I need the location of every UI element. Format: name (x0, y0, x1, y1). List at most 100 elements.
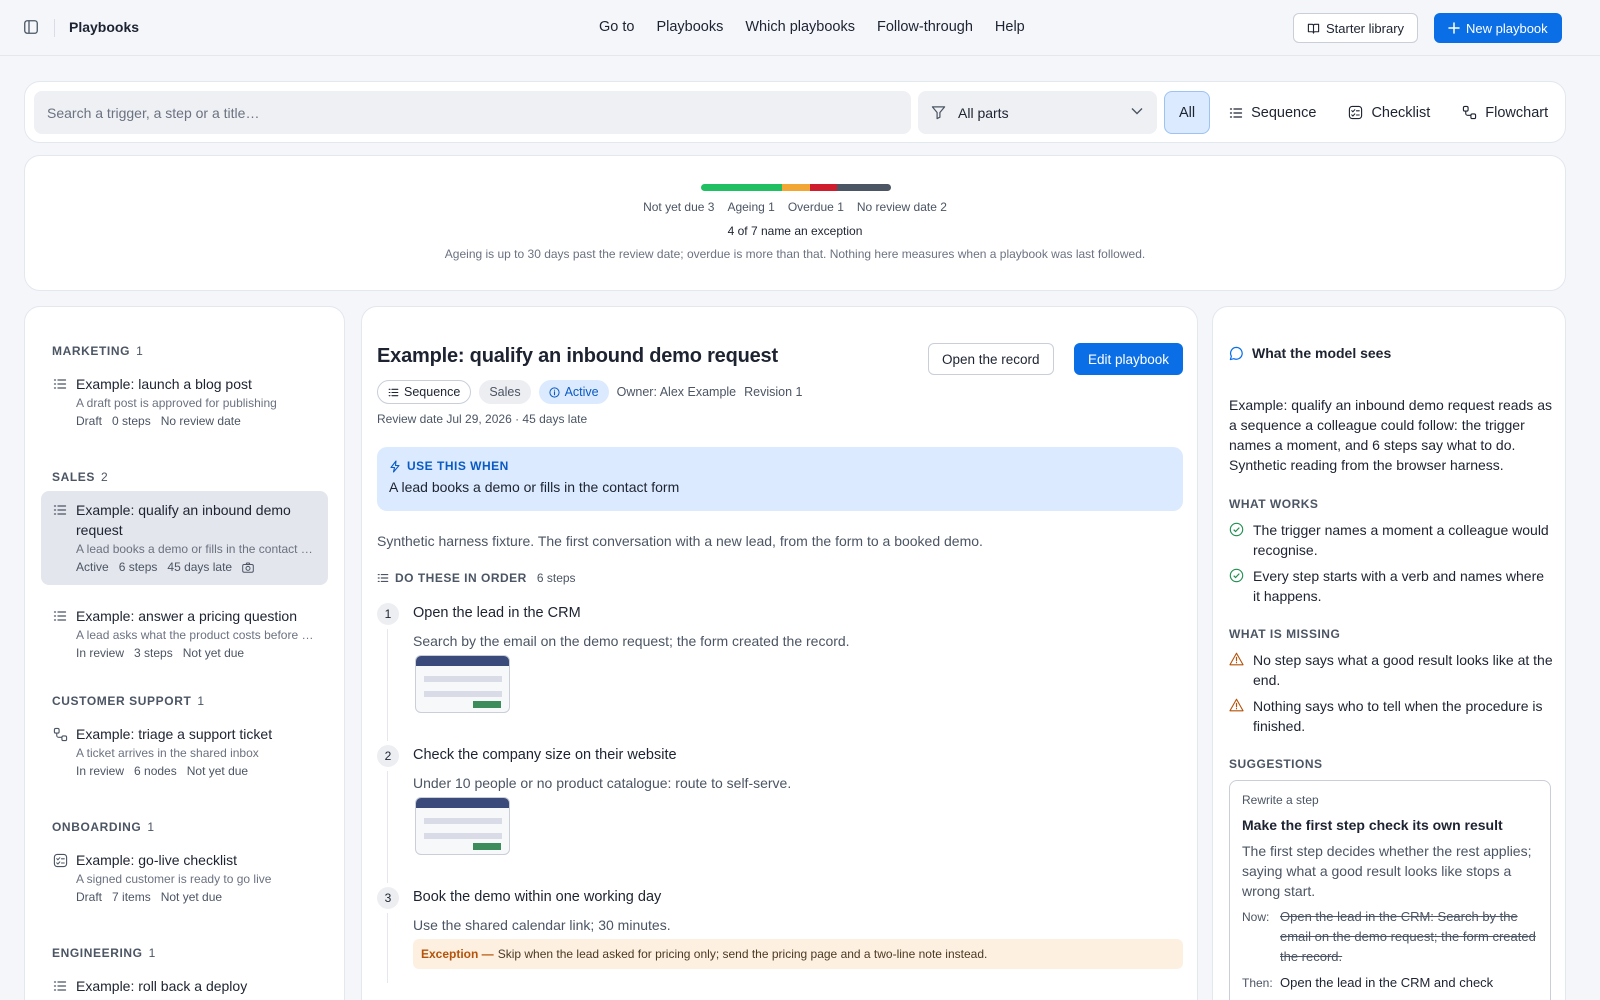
segment-all[interactable]: All (1164, 91, 1211, 134)
parts-dropdown[interactable]: All parts (918, 91, 1157, 134)
item-trigger: A lead books a demo or fills in the cont… (76, 542, 316, 556)
nav-which-playbooks[interactable]: Which playbooks (745, 19, 855, 35)
type-tag: Sequence (377, 380, 472, 404)
step-connector (387, 913, 388, 983)
item-title: Example: launch a blog post (76, 376, 252, 392)
step-title: Book the demo within one working day (413, 889, 662, 905)
new-playbook-label: New playbook (1466, 20, 1548, 36)
list-item[interactable]: Example: answer a pricing question A lea… (41, 597, 328, 671)
info-icon (549, 386, 560, 398)
open-record-button[interactable]: Open the record (928, 343, 1054, 375)
step-detail: Under 10 people or no product catalogue:… (413, 775, 792, 791)
item-status: Draft (76, 890, 103, 904)
playbook-title: Example: qualify an inbound demo request (377, 345, 778, 367)
segment-flowchart[interactable]: Flowchart (1449, 91, 1561, 134)
list-item[interactable]: Example: roll back a deploy (41, 967, 328, 1000)
filter-bar: All parts All Sequence Checklist Flowcha… (24, 81, 1566, 143)
model-panel-title: What the model sees (1252, 345, 1392, 361)
revision: Revision 1 (744, 385, 803, 399)
group-count: 1 (136, 344, 144, 358)
list-icon (377, 573, 389, 583)
main-nav: Go to Playbooks Which playbooks Follow-t… (599, 19, 1025, 35)
item-review: Not yet due (160, 890, 223, 904)
segment-checklist[interactable]: Checklist (1335, 91, 1443, 134)
type-segmented-control: All Sequence Checklist Flowchart (1164, 91, 1561, 134)
review-status-summary: Not yet due 3 Ageing 1 Overdue 1 No revi… (24, 155, 1566, 291)
group-name: ENGINEERING (52, 946, 143, 960)
works-item: The trigger names a moment a colleague w… (1229, 520, 1554, 560)
status-badge: Active (538, 380, 609, 404)
playbook-description: Synthetic harness fixture. The first con… (377, 533, 983, 549)
group-name: CUSTOMER SUPPORT (52, 694, 192, 708)
edit-playbook-button[interactable]: Edit playbook (1074, 343, 1184, 375)
starter-library-button[interactable]: Starter library (1293, 13, 1419, 43)
chat-bubble-icon (1229, 346, 1243, 360)
nav-go-to[interactable]: Go to (599, 19, 634, 35)
group-header-customer-support: CUSTOMER SUPPORT 1 (52, 694, 205, 708)
item-steps: 0 steps (112, 414, 151, 428)
steps-count: 6 steps (536, 571, 576, 585)
nav-playbooks[interactable]: Playbooks (656, 19, 723, 35)
app-title: Playbooks (69, 19, 140, 35)
model-summary: Example: qualify an inbound demo request… (1229, 397, 1552, 473)
item-review: Not yet due (186, 764, 249, 778)
camera-icon (242, 562, 254, 573)
item-trigger: A lead asks what the product costs befor… (76, 628, 316, 642)
suggestion-body: The first step decides whether the rest … (1242, 843, 1532, 899)
parts-dropdown-value: All parts (958, 104, 1009, 121)
item-review: 45 days late (167, 560, 233, 574)
status-bar-segment (782, 184, 810, 191)
item-title: Example: qualify an inbound demo request (76, 502, 291, 538)
item-status: Active (76, 560, 109, 574)
missing-text: No step says what a good result looks li… (1253, 652, 1553, 688)
step-title: Open the lead in the CRM (413, 605, 581, 621)
item-title: Example: go-live checklist (76, 852, 238, 868)
step-connector (387, 771, 388, 883)
list-item[interactable]: Example: qualify an inbound demo request… (41, 491, 328, 585)
flowchart-icon (1463, 105, 1477, 120)
item-steps: 3 steps (134, 646, 173, 660)
step-screenshot[interactable] (415, 655, 510, 713)
status-bar-segment (836, 184, 891, 191)
lightning-icon (390, 459, 400, 473)
nav-follow-through[interactable]: Follow-through (877, 19, 973, 35)
suggestion-card[interactable]: Rewrite a step Make the first step check… (1229, 780, 1551, 1000)
list-item[interactable]: Example: go-live checklist A signed cust… (41, 841, 328, 915)
group-count: 2 (101, 470, 109, 484)
missing-text: Nothing says who to tell when the proced… (1253, 698, 1543, 734)
status-bar-segment (809, 184, 837, 191)
then-text: Open the lead in the CRM and check (1280, 975, 1494, 990)
segment-sequence-label: Sequence (1251, 104, 1317, 121)
legend-overdue: Overdue 1 (787, 200, 844, 214)
list-item[interactable]: Example: triage a support ticket A ticke… (41, 715, 328, 789)
list-icon (53, 981, 67, 991)
warning-icon (1229, 698, 1244, 712)
legend-not-yet-due: Not yet due 3 (643, 200, 715, 214)
nav-help[interactable]: Help (995, 19, 1025, 35)
item-steps: 6 nodes (134, 764, 177, 778)
owner: Owner: Alex Example (616, 385, 737, 399)
sidebar-toggle-icon[interactable] (24, 20, 38, 34)
new-playbook-button[interactable]: New playbook (1434, 13, 1562, 43)
item-trigger: A ticket arrives in the shared inbox (76, 746, 259, 760)
segment-all-label: All (1179, 104, 1196, 121)
model-review-panel: What the model sees Example: qualify an … (1212, 306, 1566, 1000)
step-screenshot[interactable] (415, 797, 510, 855)
segment-checklist-label: Checklist (1371, 104, 1431, 121)
item-meta: Draft 7 items Not yet due (76, 888, 316, 906)
search-input[interactable] (34, 91, 911, 134)
then-label: Then: (1242, 976, 1273, 990)
item-review: No review date (160, 414, 241, 428)
works-heading: WHAT WORKS (1229, 497, 1319, 511)
item-steps: 7 items (112, 890, 151, 904)
warning-icon (1229, 652, 1244, 666)
segment-flowchart-label: Flowchart (1485, 104, 1549, 121)
item-title: Example: triage a support ticket (76, 726, 273, 742)
step-exception: Exception — Skip when the lead asked for … (413, 939, 1183, 969)
works-text: Every step starts with a verb and names … (1253, 568, 1545, 604)
segment-sequence[interactable]: Sequence (1216, 91, 1329, 134)
steps-heading-label: DO THESE IN ORDER (395, 571, 527, 585)
status-badge-label: Active (564, 385, 599, 399)
flowchart-icon (53, 727, 68, 742)
list-item[interactable]: Example: launch a blog post A draft post… (41, 365, 328, 439)
